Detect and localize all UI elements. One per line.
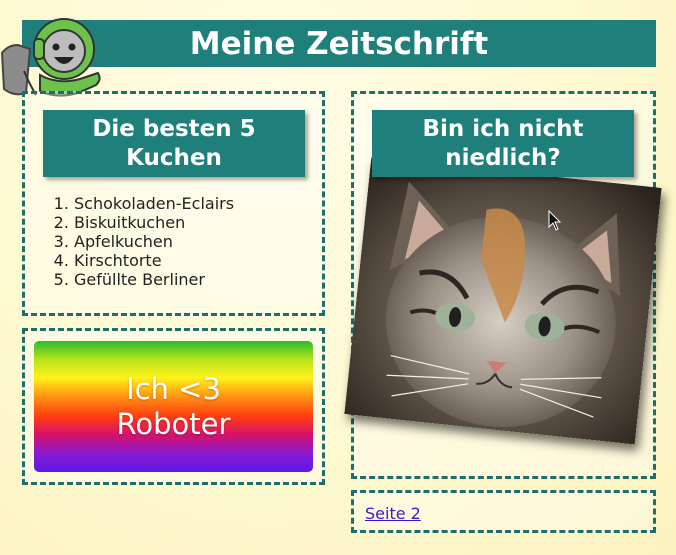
robot-line2: Roboter: [116, 406, 231, 441]
list-item: Gefüllte Berliner: [74, 270, 234, 289]
robot-line1: Ich <3: [126, 371, 221, 406]
list-item: Kirschtorte: [74, 251, 234, 270]
list-item: Schokoladen-Eclairs: [74, 194, 234, 213]
mouse-pointer-icon: [548, 210, 562, 231]
robot-mascot-icon: [0, 18, 101, 97]
next-page-link[interactable]: Seite 2: [365, 504, 421, 523]
list-item: Apfelkuchen: [74, 232, 234, 251]
cakes-list: Schokoladen-Eclairs Biskuitkuchen Apfelk…: [52, 194, 234, 289]
kitten-photo: [344, 157, 662, 445]
page-title: Meine Zeitschrift: [22, 20, 656, 67]
list-item: Biskuitkuchen: [74, 213, 234, 232]
robot-love-tile: Ich <3 Roboter: [34, 341, 313, 472]
cakes-heading: Die besten 5 Kuchen: [43, 110, 305, 177]
cat-heading: Bin ich nicht niedlich?: [372, 110, 634, 177]
